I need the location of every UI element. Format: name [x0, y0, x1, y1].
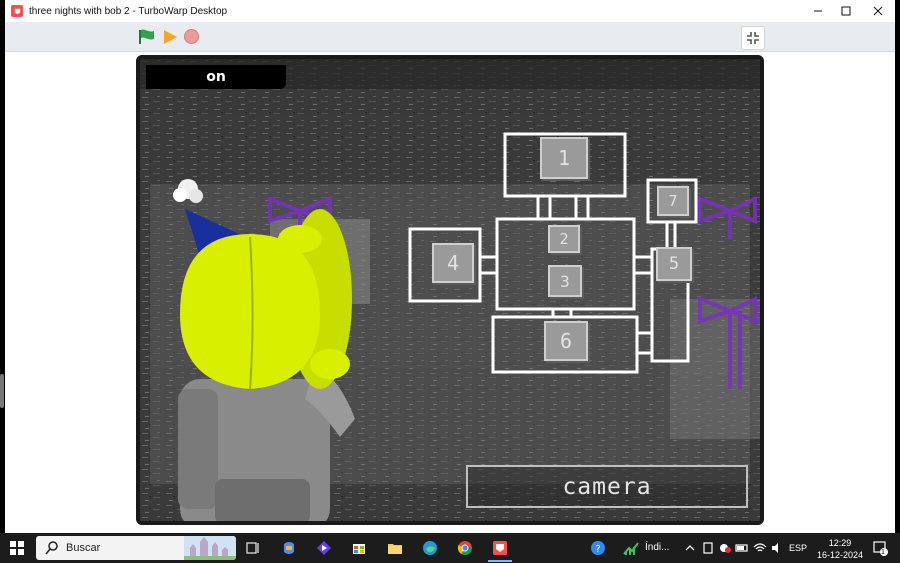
- camera-room-2-button[interactable]: 2: [548, 225, 580, 253]
- stage-area: on 1 2 3 4 5 6 7 camera: [5, 53, 895, 533]
- app-window: three nights with bob 2 - TurboWarp Desk…: [5, 0, 895, 533]
- clock-time: 12:29: [828, 538, 852, 548]
- notification-count: 1: [881, 549, 885, 556]
- turbowarp-taskbar-icon[interactable]: [492, 540, 508, 556]
- camera-room-7-button[interactable]: 7: [657, 186, 689, 216]
- camera-room-5-button[interactable]: 5: [656, 247, 692, 281]
- search-highlight-castle-icon: [184, 536, 236, 560]
- svg-text:?: ?: [595, 544, 600, 555]
- desktop-scroll-handle[interactable]: [0, 374, 4, 408]
- media-app-icon[interactable]: [316, 540, 332, 556]
- taskbar-search-box[interactable]: Buscar: [36, 536, 236, 560]
- copilot-icon[interactable]: [281, 540, 297, 556]
- battery-icon[interactable]: [735, 540, 749, 556]
- exit-fullscreen-icon: [747, 32, 759, 44]
- notification-icon[interactable]: [872, 540, 888, 556]
- camera-room-6-button[interactable]: 6: [544, 321, 588, 361]
- window-title: three nights with bob 2 - TurboWarp Desk…: [29, 5, 228, 17]
- microsoft-store-icon[interactable]: [351, 540, 367, 556]
- input-language[interactable]: ESP: [789, 543, 807, 553]
- camera-room-3-button[interactable]: 3: [548, 265, 582, 297]
- camera-feed-scene: [140, 59, 760, 521]
- file-explorer-icon[interactable]: [387, 540, 403, 556]
- search-icon: [45, 541, 58, 555]
- clock-date: 16-12-2024: [816, 550, 864, 560]
- stock-chart-icon[interactable]: [623, 540, 639, 556]
- help-icon[interactable]: ?: [590, 540, 606, 556]
- desktop: three nights with bob 2 - TurboWarp Desk…: [0, 0, 900, 533]
- project-toolbar: [5, 22, 895, 52]
- minimize-icon: [814, 10, 822, 12]
- chrome-browser-icon[interactable]: [457, 540, 473, 556]
- task-view-icon[interactable]: [245, 540, 261, 556]
- pause-icon[interactable]: [162, 29, 178, 45]
- edge-browser-icon[interactable]: [422, 540, 438, 556]
- power-status-label: on: [146, 65, 286, 89]
- volume-icon[interactable]: [770, 540, 784, 556]
- minimize-button[interactable]: [803, 0, 833, 22]
- wifi-icon[interactable]: [753, 540, 767, 556]
- green-flag-icon[interactable]: [138, 29, 156, 45]
- close-icon: [873, 6, 883, 16]
- maximize-button[interactable]: [831, 0, 861, 22]
- stop-icon[interactable]: [184, 29, 199, 44]
- close-button[interactable]: [863, 0, 893, 22]
- search-placeholder: Buscar: [66, 542, 101, 554]
- camera-room-4-button[interactable]: 4: [432, 243, 474, 283]
- turbowarp-app-icon: [11, 5, 23, 17]
- windows-taskbar: Buscar ? Índi... ESP 12:29 16-12-2024 1: [0, 533, 900, 563]
- game-stage[interactable]: on 1 2 3 4 5 6 7 camera: [136, 55, 764, 525]
- chevron-up-icon[interactable]: [684, 540, 696, 556]
- camera-room-1-button[interactable]: 1: [540, 137, 588, 179]
- maximize-icon: [841, 6, 851, 16]
- recording-icon[interactable]: [718, 540, 732, 556]
- system-clock[interactable]: 12:29 16-12-2024: [815, 537, 865, 561]
- windows-start-icon[interactable]: [10, 541, 24, 555]
- exit-fullscreen-button[interactable]: [741, 26, 765, 50]
- title-bar[interactable]: three nights with bob 2 - TurboWarp Desk…: [5, 0, 895, 22]
- camera-toggle-button[interactable]: camera: [466, 465, 748, 508]
- active-app-indicator: [488, 560, 512, 562]
- device-icon[interactable]: [702, 540, 714, 556]
- stock-widget-label[interactable]: Índi...: [645, 542, 669, 553]
